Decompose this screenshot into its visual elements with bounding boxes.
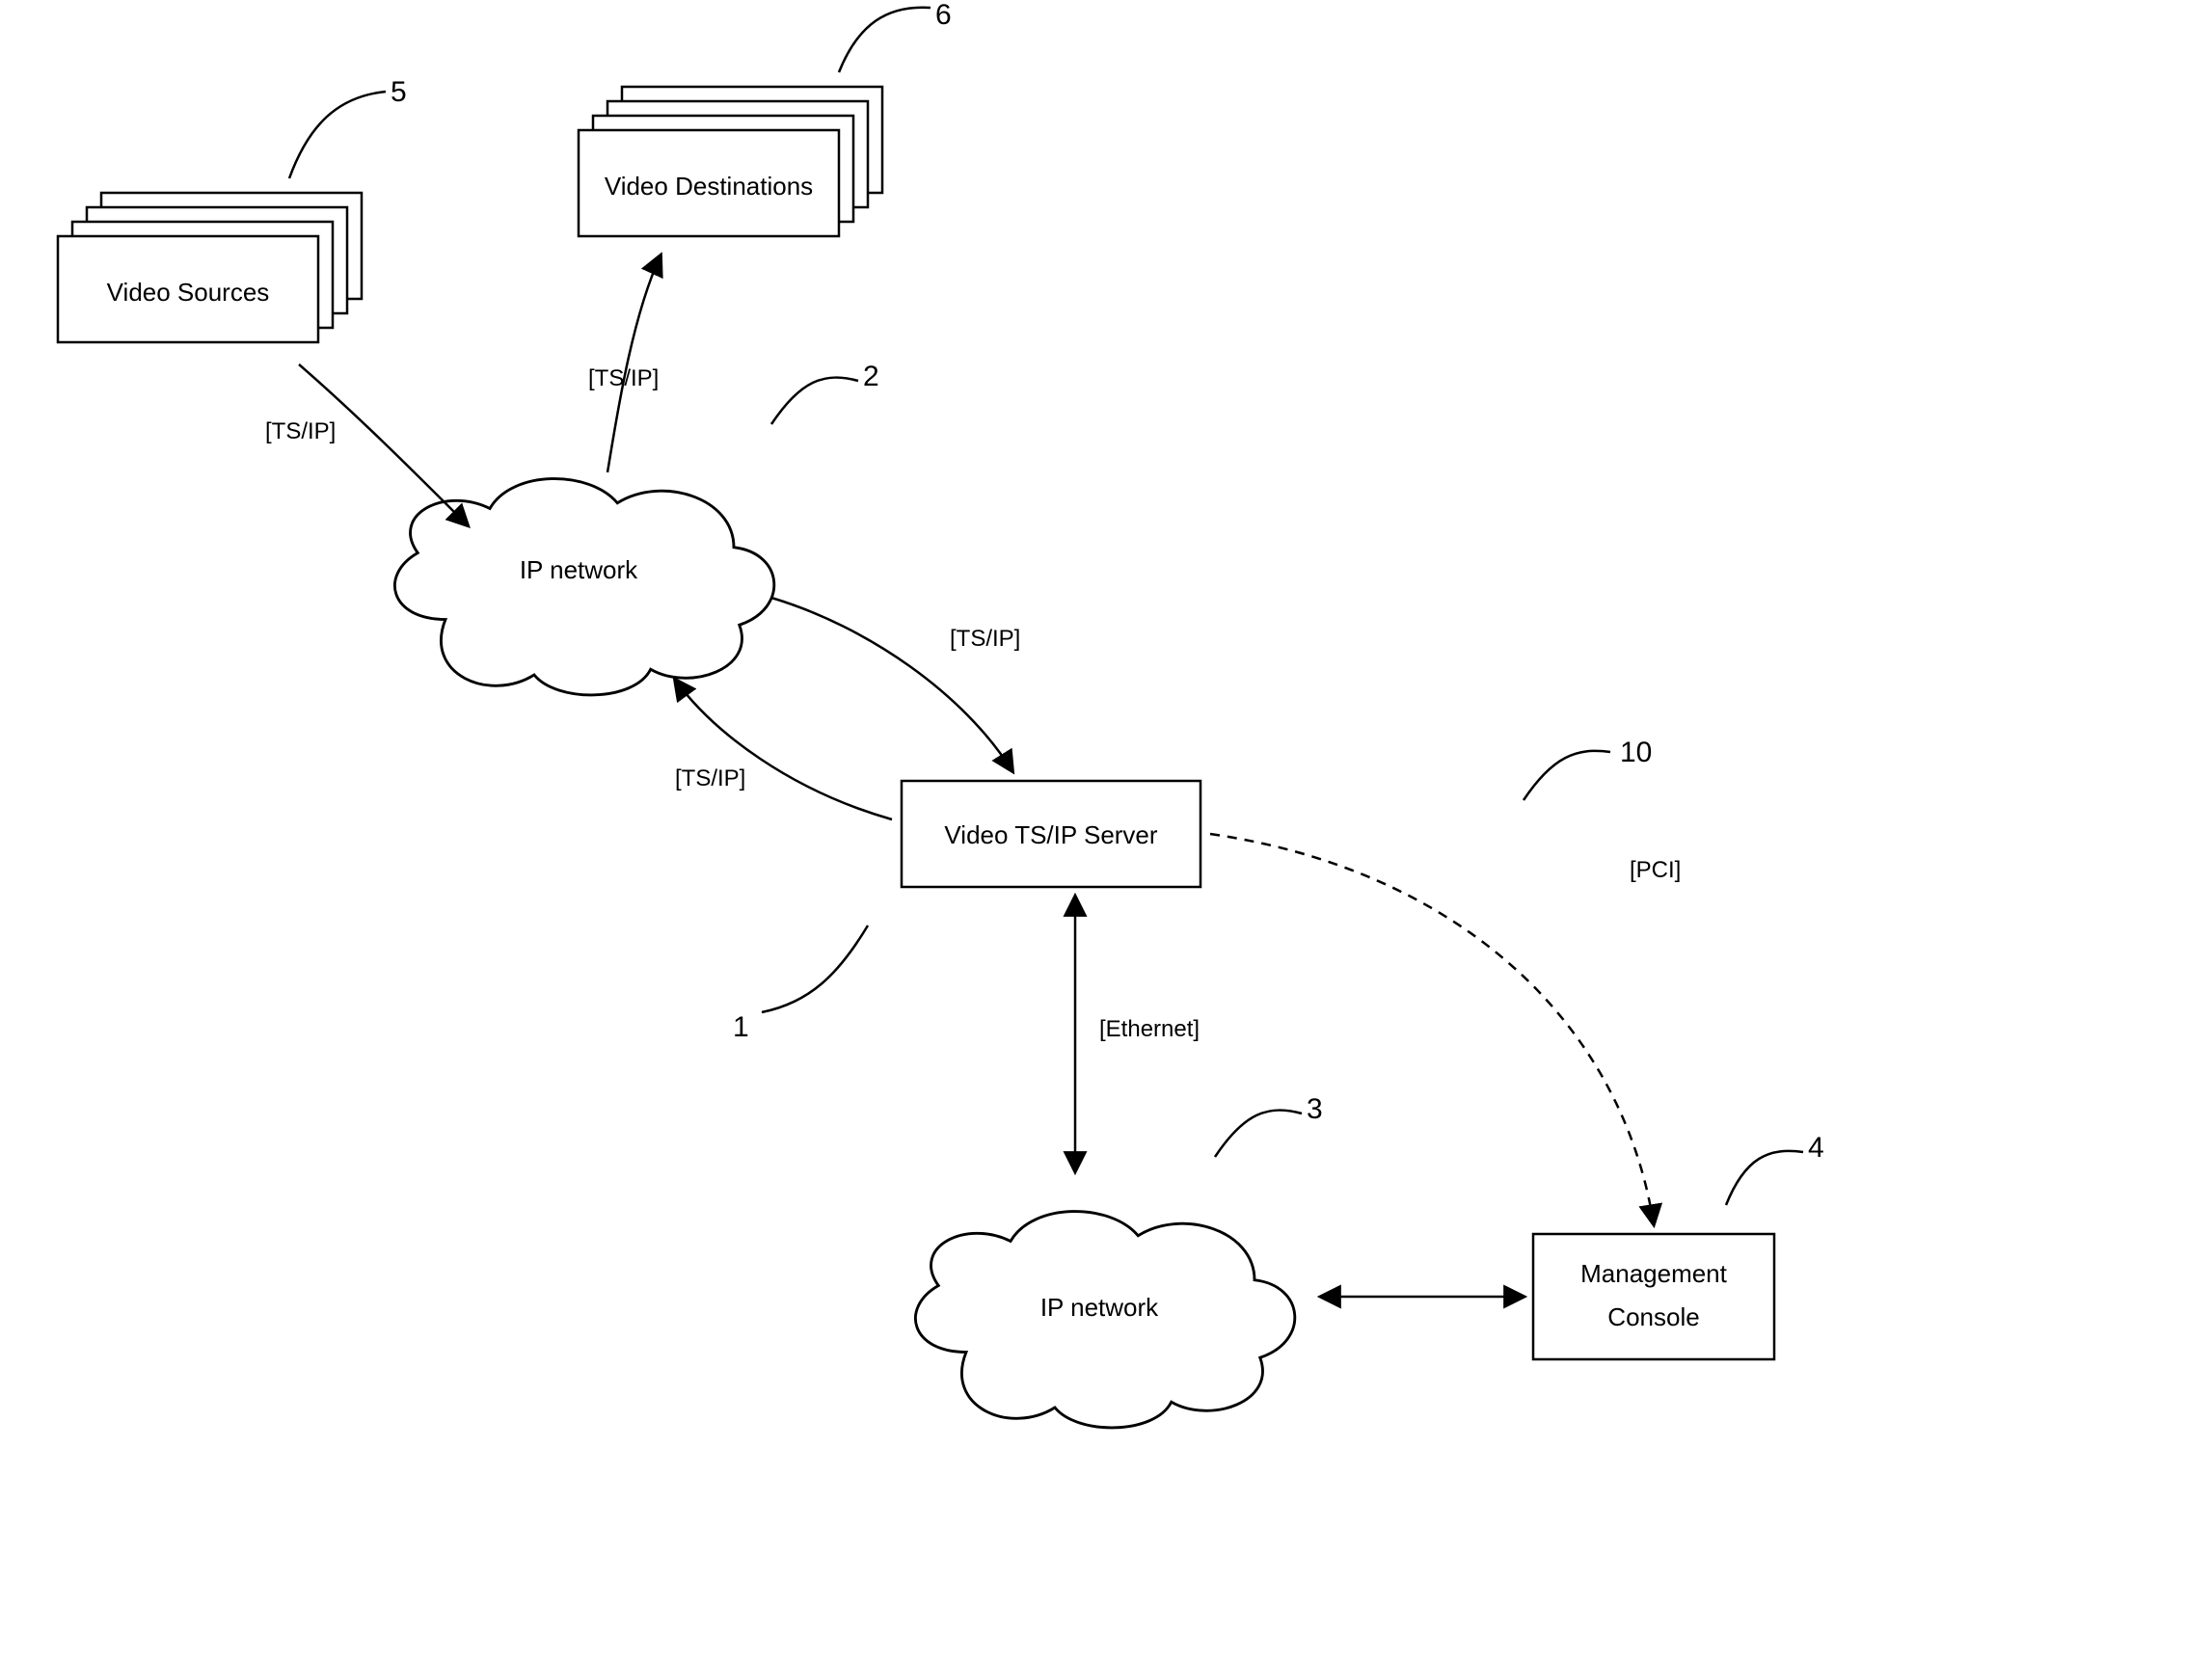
video-destinations-node: Video Destinations 6 <box>579 0 952 236</box>
video-sources-node: Video Sources 5 <box>58 76 407 342</box>
edge-server-to-net: [TS/IP] <box>675 680 892 819</box>
edge-server-to-mgmt: [PCI] 10 <box>1210 737 1681 1224</box>
edge-src-to-net: [TS/IP] <box>265 364 468 525</box>
ip-network-bottom-ref: 3 <box>1307 1093 1323 1125</box>
mgmt-console-label-1: Management <box>1580 1259 1728 1288</box>
ip-network-bottom-node: IP network 3 <box>915 1093 1322 1428</box>
edge-net-to-server: [TS/IP] <box>771 598 1020 771</box>
edge-src-to-net-label: [TS/IP] <box>265 418 336 444</box>
video-server-label: Video TS/IP Server <box>944 820 1157 849</box>
ip-network-bottom-label: IP network <box>1040 1293 1159 1322</box>
network-diagram: Video Sources 5 Video Destinations 6 IP … <box>0 0 2212 1663</box>
edge-server-to-net2-label: [Ethernet] <box>1099 1016 1200 1042</box>
video-sources-ref: 5 <box>391 76 407 108</box>
video-destinations-ref: 6 <box>935 0 952 31</box>
edge-net-to-dest-label: [TS/IP] <box>588 365 659 391</box>
video-server-ref: 1 <box>733 1011 749 1043</box>
edge-server-to-net2: [Ethernet] <box>1075 897 1200 1171</box>
mgmt-console-label-2: Console <box>1607 1302 1699 1331</box>
edge-net-to-server-label: [TS/IP] <box>950 626 1020 652</box>
ip-network-top-node: IP network 2 <box>394 361 878 695</box>
video-sources-label: Video Sources <box>107 278 270 307</box>
ip-network-top-ref: 2 <box>863 361 879 392</box>
video-server-node: Video TS/IP Server 1 <box>733 781 1200 1043</box>
edge-server-to-mgmt-ref: 10 <box>1620 737 1652 768</box>
edge-server-to-mgmt-label: [PCI] <box>1630 857 1681 883</box>
edge-server-to-net-label: [TS/IP] <box>675 765 745 791</box>
ip-network-top-label: IP network <box>520 555 638 584</box>
mgmt-console-ref: 4 <box>1808 1132 1824 1164</box>
mgmt-console-node: Management Console 4 <box>1533 1132 1824 1359</box>
video-destinations-label: Video Destinations <box>605 172 813 201</box>
edge-net-to-dest: [TS/IP] <box>588 255 661 472</box>
